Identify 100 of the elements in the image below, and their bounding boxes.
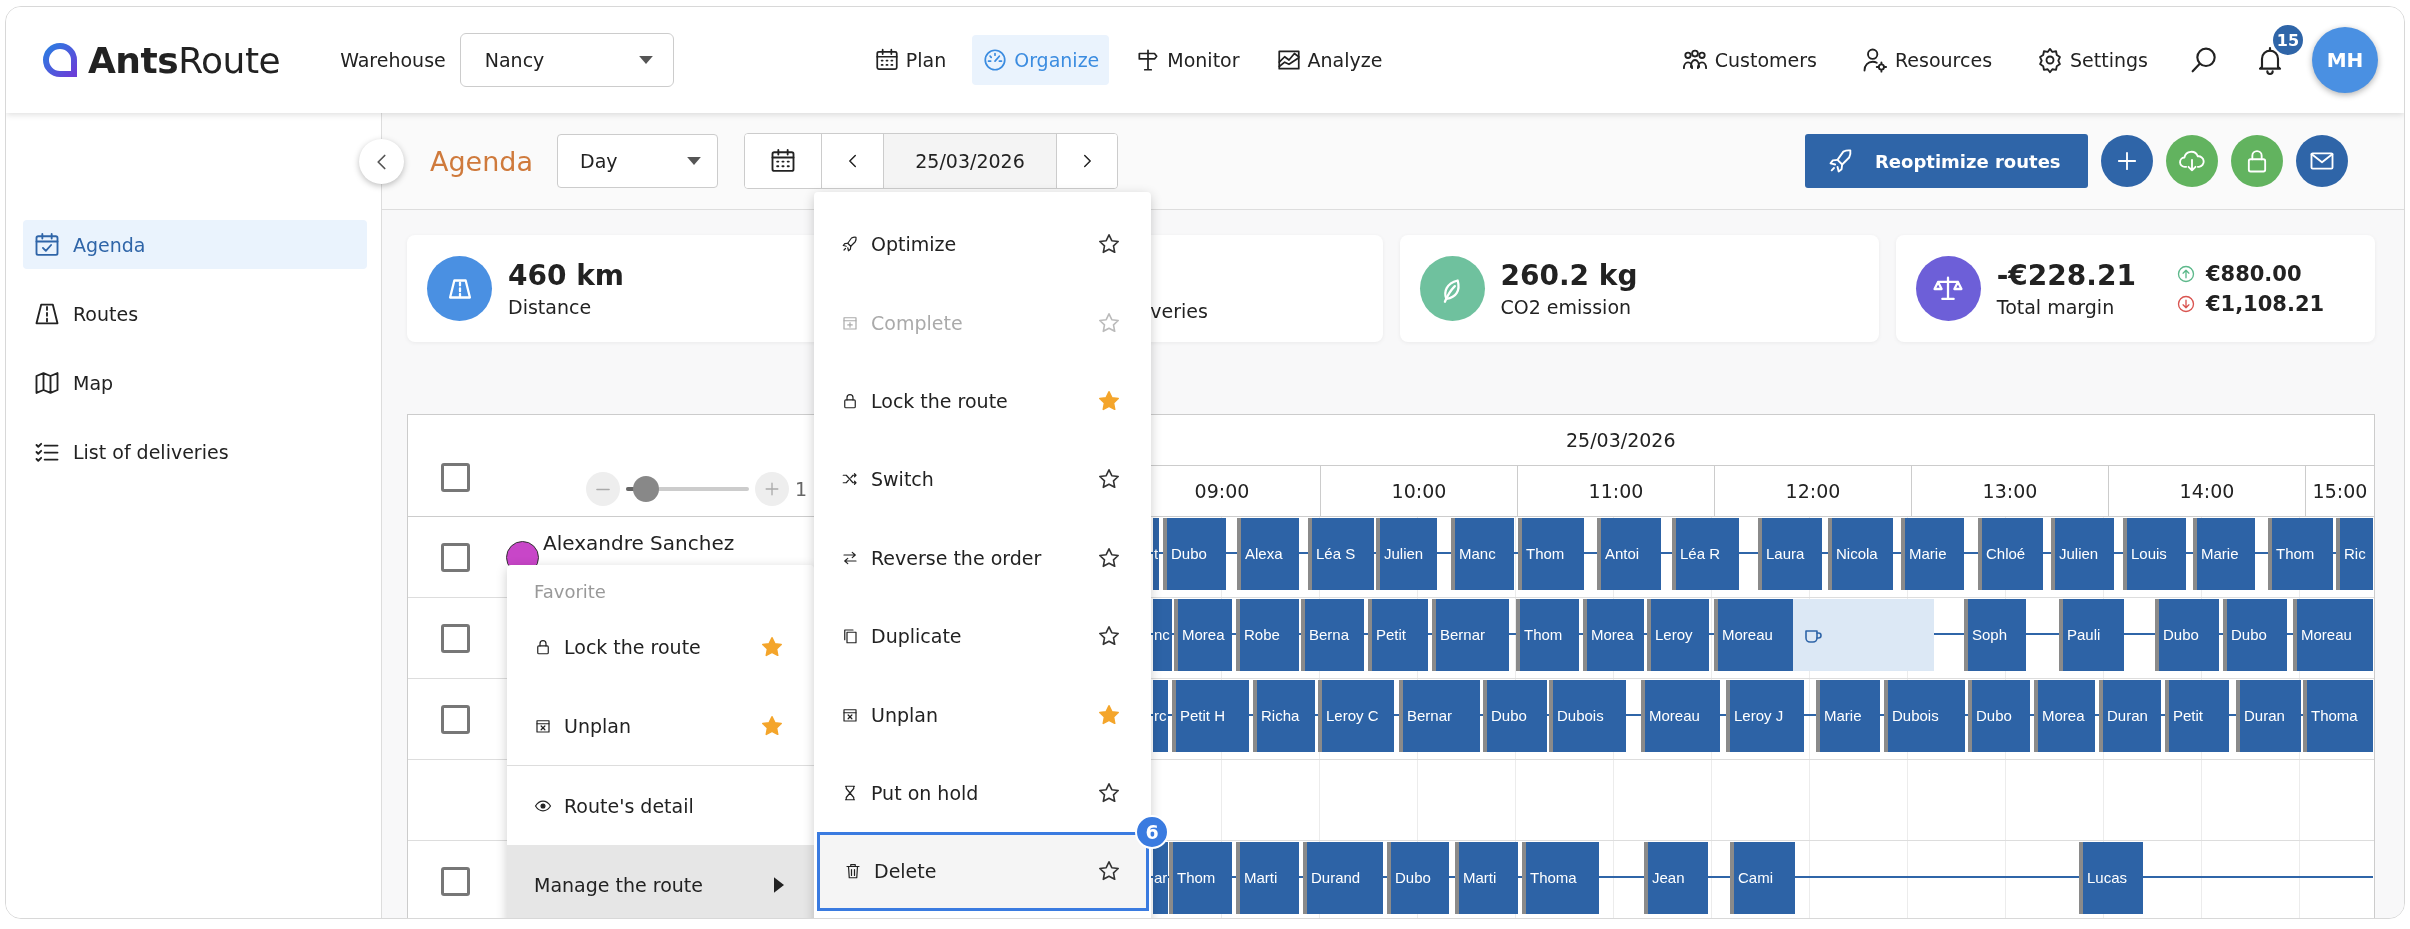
- toolbar-link[interactable]: Resources: [1851, 35, 2003, 85]
- stop-block[interactable]: Marie: [1901, 518, 1964, 590]
- stop-block[interactable]: Dubo: [1968, 680, 2030, 752]
- stop-block[interactable]: Moreau: [1641, 680, 1720, 752]
- stop-block[interactable]: Duran: [2099, 680, 2161, 752]
- menu-item[interactable]: Unplan: [507, 686, 814, 765]
- stop-block[interactable]: Moreau: [1714, 599, 1793, 671]
- stop-block[interactable]: Thoma: [2303, 680, 2373, 752]
- stop-block[interactable]: Marie: [2193, 518, 2255, 590]
- nav-tab[interactable]: Organize: [972, 35, 1110, 85]
- mail-button[interactable]: [2296, 135, 2348, 187]
- stop-block[interactable]: Duran: [2236, 680, 2301, 752]
- view-select[interactable]: Day: [557, 134, 719, 188]
- stop-block[interactable]: Richa: [1253, 680, 1315, 752]
- stop-block[interactable]: Chloé: [1978, 518, 2043, 590]
- warehouse-label: Warehouse: [340, 49, 446, 71]
- stop-block[interactable]: Leroy C: [1318, 680, 1394, 752]
- stop-block[interactable]: Julien: [1376, 518, 1437, 590]
- stop-block[interactable]: Dubo: [2223, 599, 2287, 671]
- stop-block[interactable]: Dubois: [1884, 680, 1965, 752]
- stop-block[interactable]: Léa R: [1672, 518, 1739, 590]
- nav-tab[interactable]: Monitor: [1125, 35, 1250, 85]
- stop-block[interactable]: ar: [1153, 842, 1168, 914]
- stop-block[interactable]: Alexa: [1237, 518, 1299, 590]
- stop-block[interactable]: Durand: [1303, 842, 1383, 914]
- toolbar-link[interactable]: Customers: [1670, 35, 1827, 85]
- checkbox[interactable]: [440, 704, 470, 734]
- zoom-slider[interactable]: [626, 476, 749, 502]
- menu-section-label: Favorite: [533, 579, 607, 604]
- avatar[interactable]: MH: [2312, 27, 2378, 93]
- menu-item[interactable]: Manage the route: [507, 845, 814, 918]
- stop-block[interactable]: Cami: [1730, 842, 1795, 914]
- stop-block[interactable]: Julien: [2051, 518, 2114, 590]
- menu-item[interactable]: Route's detail: [507, 766, 814, 845]
- stop-block[interactable]: Lucas: [2079, 842, 2143, 914]
- caret-down-icon: [687, 157, 702, 165]
- nav-tab[interactable]: Plan: [863, 35, 957, 85]
- stop-block[interactable]: Ric: [2336, 518, 2373, 590]
- stop-block[interactable]: Marie: [1816, 680, 1880, 752]
- calendar-icon: [873, 47, 900, 73]
- stop-block[interactable]: Petit H: [1172, 680, 1249, 752]
- sidebar-item[interactable]: Map: [23, 358, 367, 407]
- stop-block[interactable]: Leroy J: [1726, 680, 1804, 752]
- menu-item[interactable]: Lock the route: [507, 607, 814, 686]
- stop-block[interactable]: Petit: [1368, 599, 1428, 671]
- stop-block[interactable]: Pauli: [2059, 599, 2124, 671]
- stop-block[interactable]: Manc: [1451, 518, 1514, 590]
- sidebar-item[interactable]: Routes: [23, 289, 367, 338]
- stop-block[interactable]: Dubois: [1549, 680, 1626, 752]
- stop-block[interactable]: Dubo: [1387, 842, 1449, 914]
- stop-block[interactable]: t: [1153, 518, 1159, 590]
- stop-block[interactable]: Laura: [1758, 518, 1822, 590]
- stop-block[interactable]: Thom: [1516, 599, 1579, 671]
- stop-block[interactable]: Petit: [2165, 680, 2229, 752]
- sidebar-item[interactable]: List of deliveries: [23, 427, 367, 476]
- stop-block[interactable]: Morea: [2034, 680, 2095, 752]
- slider-thumb[interactable]: [632, 476, 659, 502]
- stop-block[interactable]: Dubo: [2155, 599, 2219, 671]
- stop-block[interactable]: Berna: [1301, 599, 1364, 671]
- toolbar-link[interactable]: Settings: [2026, 35, 2158, 85]
- date-field[interactable]: 25/03/2026: [884, 134, 1058, 188]
- stop-block[interactable]: rc: [1153, 680, 1168, 752]
- nav-tab[interactable]: Analyze: [1265, 35, 1393, 85]
- calendar-check-icon: [33, 230, 61, 259]
- checkbox[interactable]: [440, 463, 470, 492]
- rocket-icon: [841, 235, 859, 254]
- page-title: Agenda: [430, 145, 534, 177]
- checkbox[interactable]: [440, 623, 470, 653]
- download-button[interactable]: [2166, 135, 2218, 187]
- stop-block[interactable]: Bernar: [1399, 680, 1480, 752]
- reoptimize-button[interactable]: Reoptimize routes: [1805, 134, 2088, 188]
- stop-block[interactable]: Marti: [1236, 842, 1299, 914]
- stop-block[interactable]: Thom: [1518, 518, 1584, 590]
- stop-block[interactable]: Jean: [1644, 842, 1708, 914]
- stop-block[interactable]: Thom: [1169, 842, 1232, 914]
- stop-block[interactable]: Leroy: [1647, 599, 1709, 671]
- stop-block[interactable]: Antoi: [1597, 518, 1661, 590]
- stop-block[interactable]: Dubo: [1483, 680, 1547, 752]
- stop-block[interactable]: Marti: [1455, 842, 1518, 914]
- copy-icon: [841, 627, 859, 646]
- lock-button[interactable]: [2231, 135, 2283, 187]
- checkbox[interactable]: [440, 542, 470, 572]
- stop-block[interactable]: Bernar: [1432, 599, 1509, 671]
- sidebar-item[interactable]: Agenda: [23, 220, 367, 269]
- stop-block[interactable]: Robe: [1236, 599, 1299, 671]
- stop-block[interactable]: Dubo: [1163, 518, 1226, 590]
- stop-block[interactable]: Léa S: [1308, 518, 1374, 590]
- warehouse-select[interactable]: Nancy: [459, 33, 674, 87]
- stop-block[interactable]: Soph: [1964, 599, 2026, 671]
- checkbox[interactable]: [440, 866, 470, 896]
- calendar-button[interactable]: [745, 134, 823, 188]
- stop-block[interactable]: nc: [1153, 599, 1172, 671]
- stop-block[interactable]: Morea: [1583, 599, 1644, 671]
- stop-block[interactable]: Morea: [1174, 599, 1232, 671]
- stop-block[interactable]: Nicola: [1828, 518, 1893, 590]
- stop-block[interactable]: Louis: [2123, 518, 2186, 590]
- stop-block[interactable]: Moreau: [2293, 599, 2373, 671]
- add-button[interactable]: [2101, 135, 2153, 187]
- stop-block[interactable]: Thom: [2268, 518, 2333, 590]
- stop-block[interactable]: Thoma: [1522, 842, 1599, 914]
